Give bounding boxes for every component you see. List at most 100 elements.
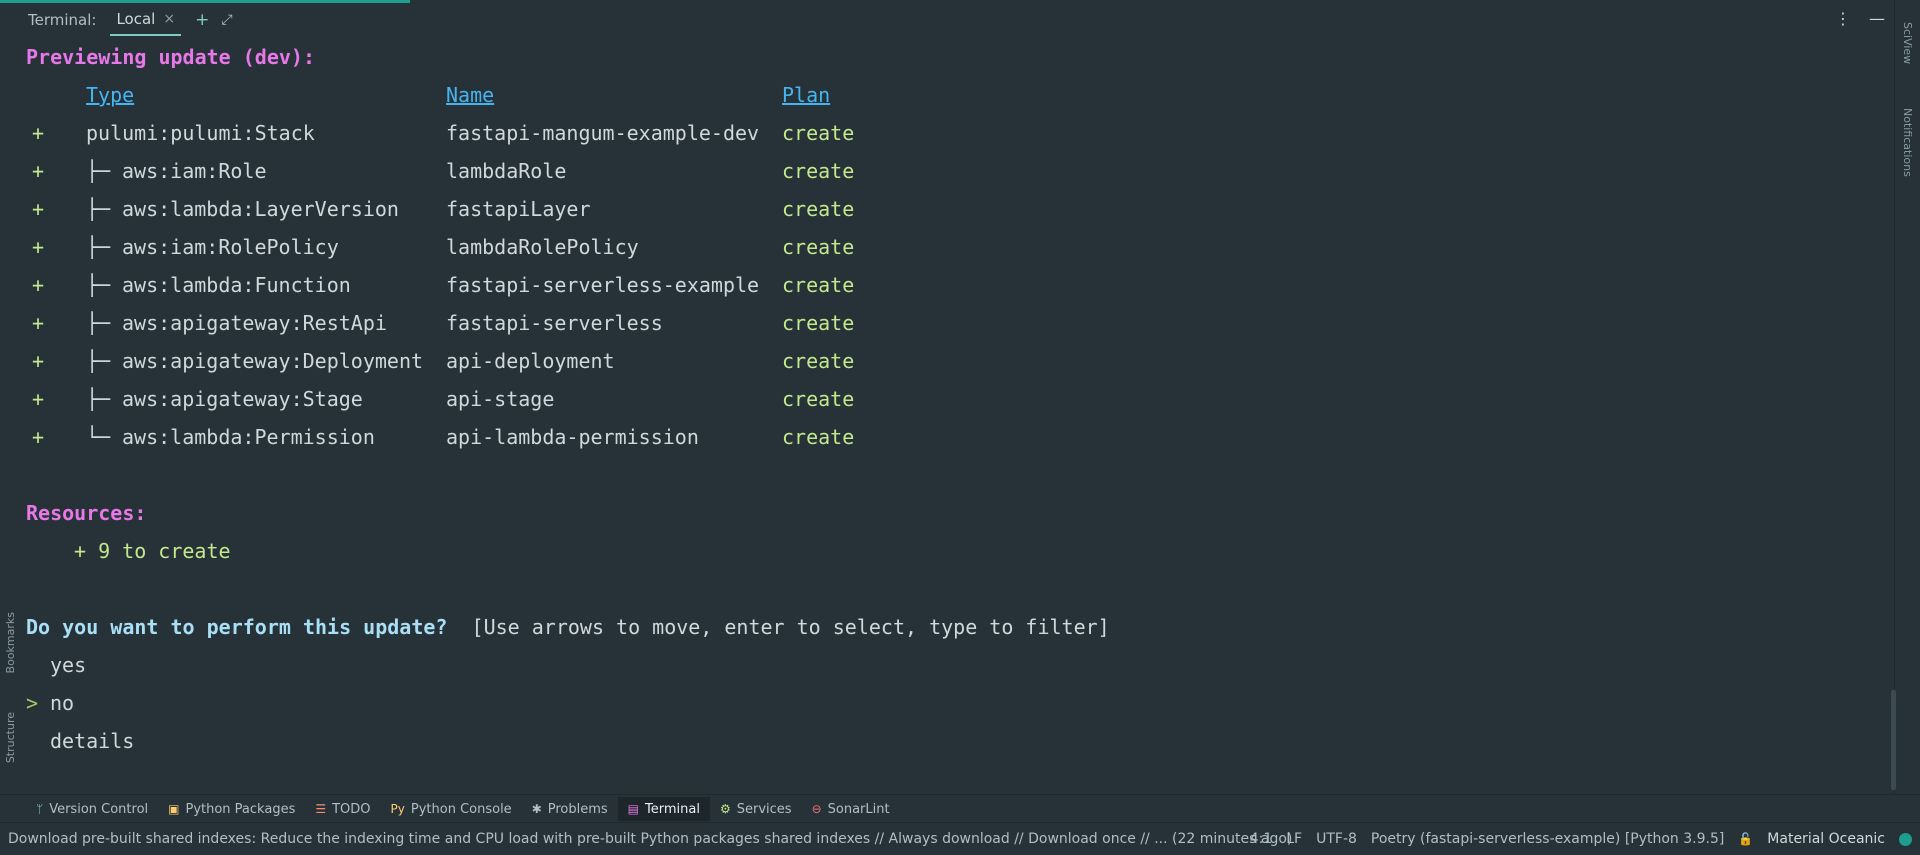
toolbar-label: TODO (332, 801, 371, 817)
row-name: lambdaRole (446, 159, 567, 183)
row-name: fastapi-serverless-example (446, 273, 760, 297)
expand-icon[interactable]: ⤢ (221, 12, 232, 28)
toolbar-problems[interactable]: ✱ Problems (522, 797, 618, 821)
sonarlint-icon: ⊖ (811, 802, 822, 816)
terminal-output[interactable]: Previewing update (dev): Type Name Plan … (26, 38, 1886, 778)
right-tool-strip: SciView Notifications (1894, 0, 1920, 806)
prompt-line: Do you want to perform this update? [Use… (26, 608, 1110, 646)
python-interpreter[interactable]: Poetry (fastapi-serverless-example) [Pyt… (1371, 831, 1724, 847)
left-tool-strip: Bookmarks Structure (0, 36, 22, 782)
row-plan: create (782, 159, 855, 183)
selection-marker: > (26, 691, 39, 715)
toolbar-label: Services (736, 801, 792, 817)
bottom-toolbar: ᛘ Version Control ▣ Python Packages ☰ TODO Py P… (0, 794, 1920, 823)
row-name: lambdaRolePolicy (446, 235, 639, 259)
row-tree-connector: ├─ (86, 349, 123, 373)
toolbar-label: Problems (547, 801, 608, 817)
toolbar-label: Terminal (645, 801, 700, 817)
row-sign: + (32, 387, 45, 411)
row-type: aws:iam:Role (122, 159, 267, 183)
preview-heading: Previewing update (dev): (26, 45, 315, 69)
structure-tab[interactable]: Structure (4, 712, 17, 763)
row-type: aws:lambda:Function (122, 273, 351, 297)
row-type: aws:apigateway:Deployment (122, 349, 424, 373)
status-circle-icon[interactable] (1899, 832, 1912, 846)
close-icon[interactable]: × (163, 11, 175, 27)
row-type: aws:apigateway:Stage (122, 387, 363, 411)
toolbar-version-control[interactable]: ᛘ Version Control (26, 797, 158, 821)
add-icon[interactable]: + (195, 10, 209, 30)
row-type: aws:iam:RolePolicy (122, 235, 339, 259)
row-name: api-deployment (446, 349, 615, 373)
toolbar-python-packages[interactable]: ▣ Python Packages (158, 797, 305, 821)
toolbar-services[interactable]: ⚙ Services (710, 797, 802, 821)
row-type: pulumi:pulumi:Stack (86, 121, 315, 145)
file-encoding[interactable]: UTF-8 (1316, 831, 1357, 847)
services-icon: ⚙ (719, 802, 731, 816)
terminal-scrollbar[interactable] (1891, 690, 1896, 790)
row-sign: + (32, 197, 45, 221)
status-message[interactable]: Download pre-built shared indexes: Reduc… (8, 831, 1292, 847)
row-type: aws:apigateway:RestApi (122, 311, 387, 335)
row-sign: + (32, 273, 45, 297)
problems-icon: ✱ (531, 802, 542, 816)
minimize-icon[interactable]: — (1869, 9, 1885, 28)
toolbar-terminal[interactable]: ▤ Terminal (617, 797, 710, 821)
toolbar-todo[interactable]: ☰ TODO (305, 797, 380, 821)
sciview-tab[interactable]: SciView (1901, 22, 1914, 64)
row-name: fastapi-mangum-example-dev (446, 121, 760, 145)
tab-local[interactable]: Local × (110, 4, 182, 36)
branch-icon: ᛘ (36, 802, 44, 816)
toolbar-python-console[interactable]: Py Python Console (381, 797, 522, 821)
col-header-name: Name (446, 83, 495, 107)
row-plan: create (782, 197, 855, 221)
col-header-plan: Plan (782, 83, 831, 107)
col-header-type: Type (86, 83, 135, 107)
row-tree-connector: ├─ (86, 387, 123, 411)
more-icon[interactable]: ⋮ (1835, 9, 1851, 28)
row-sign: + (32, 349, 45, 373)
option-details[interactable]: details (50, 722, 134, 760)
lock-icon[interactable]: 🔓 (1738, 832, 1753, 846)
row-sign: + (32, 159, 45, 183)
line-separator[interactable]: LF (1286, 831, 1302, 847)
toolbar-label: SonarLint (827, 801, 890, 817)
row-sign: + (32, 121, 45, 145)
toolbar-label: Version Control (49, 801, 149, 817)
row-tree-connector: └─ (86, 425, 123, 449)
row-sign: + (32, 235, 45, 259)
resources-summary: + 9 to create (74, 539, 231, 563)
row-name: api-lambda-permission (446, 425, 699, 449)
toolbar-label: Python Console (410, 801, 512, 817)
row-plan: create (782, 311, 855, 335)
row-name: api-stage (446, 387, 555, 411)
prompt-hint: [Use arrows to move, enter to select, ty… (471, 615, 1110, 639)
cursor-position[interactable]: 4:1 (1250, 831, 1273, 847)
terminal-header: Terminal: Local × + ⤢ ⋮ — (0, 3, 1895, 36)
row-plan: create (782, 235, 855, 259)
option-no[interactable]: no (50, 684, 74, 722)
package-icon: ▣ (168, 802, 180, 816)
row-plan: create (782, 349, 855, 373)
row-name: fastapi-serverless (446, 311, 663, 335)
option-yes[interactable]: yes (50, 646, 86, 684)
status-bar: Download pre-built shared indexes: Reduc… (0, 822, 1920, 855)
bookmarks-tab[interactable]: Bookmarks (4, 612, 17, 673)
row-plan: create (782, 425, 855, 449)
row-tree-connector: ├─ (86, 273, 123, 297)
notifications-tab[interactable]: Notifications (1901, 108, 1914, 177)
row-type: aws:lambda:Permission (122, 425, 375, 449)
python-icon: Py (390, 802, 405, 816)
toolbar-items: ᛘ Version Control ▣ Python Packages ☰ TODO Py P… (26, 797, 900, 821)
row-type: aws:lambda:LayerVersion (122, 197, 399, 221)
row-name: fastapiLayer (446, 197, 591, 221)
terminal-icon: ▤ (627, 802, 640, 816)
row-plan: create (782, 121, 855, 145)
row-sign: + (32, 311, 45, 335)
row-plan: create (782, 387, 855, 411)
row-plan: create (782, 273, 855, 297)
resources-heading: Resources: (26, 501, 147, 525)
todo-icon: ☰ (315, 802, 327, 816)
theme-name[interactable]: Material Oceanic (1767, 831, 1885, 847)
toolbar-sonarlint[interactable]: ⊖ SonarLint (802, 797, 900, 821)
